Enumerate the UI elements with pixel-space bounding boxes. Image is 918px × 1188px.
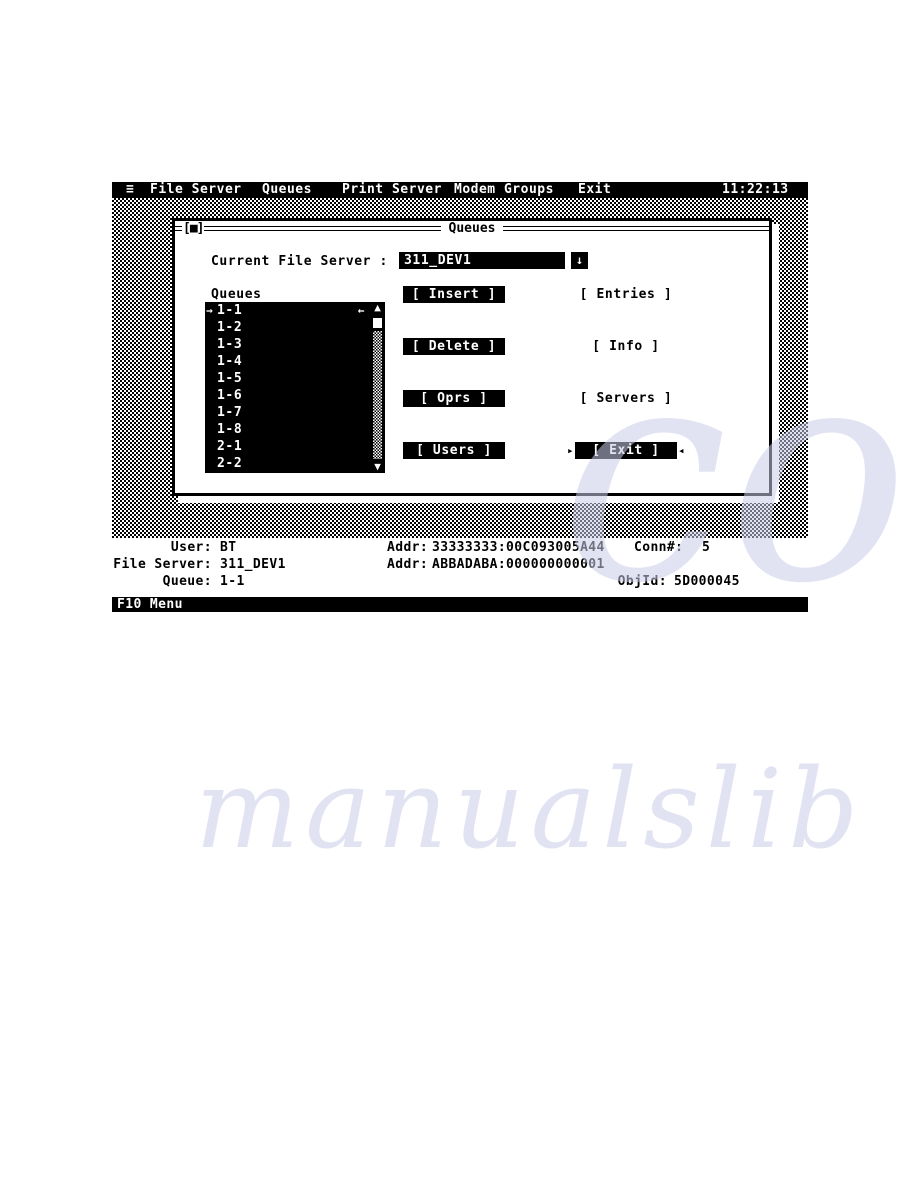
dialog-title-bar: [■] Queues — [175, 221, 769, 239]
dialog-title: Queues — [175, 221, 769, 237]
terminal-screen: ≡ File Server Queues Print Server Modem … — [112, 182, 808, 615]
addr-secondary-label: Addr: — [387, 557, 429, 572]
list-item[interactable]: 2-1 — [205, 438, 385, 455]
list-item[interactable]: 1-6 — [205, 387, 385, 404]
menu-item-queues[interactable]: Queues — [262, 182, 312, 198]
selection-marker-left-icon: → — [206, 304, 214, 317]
list-item[interactable]: 1-7 — [205, 404, 385, 421]
scrollbar-track[interactable] — [373, 331, 382, 459]
watermark-text-1: manualslib — [195, 745, 865, 873]
objid-value: 5D000045 — [674, 574, 740, 589]
list-item-label: 1-3 — [217, 337, 243, 352]
scroll-down-arrow-icon[interactable]: ▼ — [372, 461, 383, 473]
queues-list-label: Queues — [211, 287, 262, 302]
list-item[interactable]: 1-5 — [205, 370, 385, 387]
menu-item-modem-groups[interactable]: Modem Groups — [454, 182, 554, 198]
focus-marker-left-icon: ▸ — [567, 444, 574, 457]
objid-label: ObjId: — [617, 574, 667, 589]
list-item-label: 1-2 — [217, 320, 243, 335]
list-item[interactable]: 1-2 — [205, 319, 385, 336]
info-button[interactable]: [ Info ] — [575, 338, 677, 355]
current-file-server-field[interactable]: 311_DEV1 — [399, 252, 565, 269]
menu-item-file-server[interactable]: File Server — [150, 182, 242, 198]
users-button[interactable]: [ Users ] — [403, 442, 505, 459]
list-item[interactable]: 1-4 — [205, 353, 385, 370]
selection-marker-right-icon: ← — [357, 304, 365, 317]
delete-button[interactable]: [ Delete ] — [403, 338, 505, 355]
queue-value: 1-1 — [220, 574, 245, 589]
connection-number-label: Conn#: — [634, 540, 684, 555]
queues-list[interactable]: → 1-1 ← 1-2 1-3 1-4 1-5 1-6 1-7 1-8 2-1 … — [205, 302, 385, 473]
servers-button[interactable]: [ Servers ] — [575, 390, 677, 407]
current-file-server-label: Current File Server : — [211, 254, 388, 269]
user-label: User: — [170, 540, 212, 555]
addr-secondary-value: ABBADABA:000000000001 — [432, 557, 605, 572]
list-item[interactable]: 1-8 — [205, 421, 385, 438]
addr-primary-label: Addr: — [387, 540, 429, 555]
dialog-title-text: Queues — [440, 221, 504, 236]
list-item-label: 2-2 — [217, 456, 243, 471]
function-key-hint-bar[interactable]: F10 Menu — [112, 597, 808, 612]
list-item-label: 1-6 — [217, 388, 243, 403]
menu-item-print-server[interactable]: Print Server — [342, 182, 442, 198]
chevron-down-icon[interactable]: ↓ — [571, 252, 588, 269]
oprs-button[interactable]: [ Oprs ] — [403, 390, 505, 407]
focus-marker-right-icon: ◂ — [678, 444, 685, 457]
system-menu-icon[interactable]: ≡ — [126, 182, 134, 198]
list-item-label: 2-1 — [217, 439, 243, 454]
entries-button[interactable]: [ Entries ] — [575, 286, 677, 303]
queues-scrollbar[interactable]: ▲ ▼ — [372, 302, 383, 473]
file-server-value: 311_DEV1 — [220, 557, 286, 572]
menu-item-exit[interactable]: Exit — [578, 182, 611, 198]
scrollbar-thumb[interactable] — [373, 318, 382, 328]
list-item-label: 1-5 — [217, 371, 243, 386]
insert-button[interactable]: [ Insert ] — [403, 286, 505, 303]
queues-dialog: [■] Queues Current File Server : 311_DEV… — [172, 218, 772, 496]
user-value: BT — [220, 540, 237, 555]
list-item-label: 1-1 — [217, 303, 243, 318]
scroll-up-arrow-icon[interactable]: ▲ — [372, 302, 383, 314]
addr-primary-value: 33333333:00C093005A44 — [432, 540, 605, 555]
list-item-label: 1-7 — [217, 405, 243, 420]
clock: 11:22:13 — [722, 182, 789, 197]
list-item-label: 1-8 — [217, 422, 243, 437]
menu-bar: ≡ File Server Queues Print Server Modem … — [112, 182, 808, 198]
connection-number-value: 5 — [702, 540, 711, 555]
dialog-shadow-bottom — [178, 496, 778, 503]
dialog-body: Current File Server : 311_DEV1 ↓ Queues … — [175, 239, 769, 493]
queue-label: Queue: — [162, 574, 212, 589]
file-server-label: File Server: — [113, 557, 212, 572]
list-item[interactable]: 2-2 — [205, 455, 385, 472]
list-item[interactable]: → 1-1 ← — [205, 302, 385, 319]
dialog-shadow-right — [772, 224, 779, 502]
status-area: User: BT File Server: 311_DEV1 Queue: 1-… — [112, 538, 808, 600]
list-item[interactable]: 1-3 — [205, 336, 385, 353]
list-item-label: 1-4 — [217, 354, 243, 369]
exit-button[interactable]: [ Exit ] — [575, 442, 677, 459]
